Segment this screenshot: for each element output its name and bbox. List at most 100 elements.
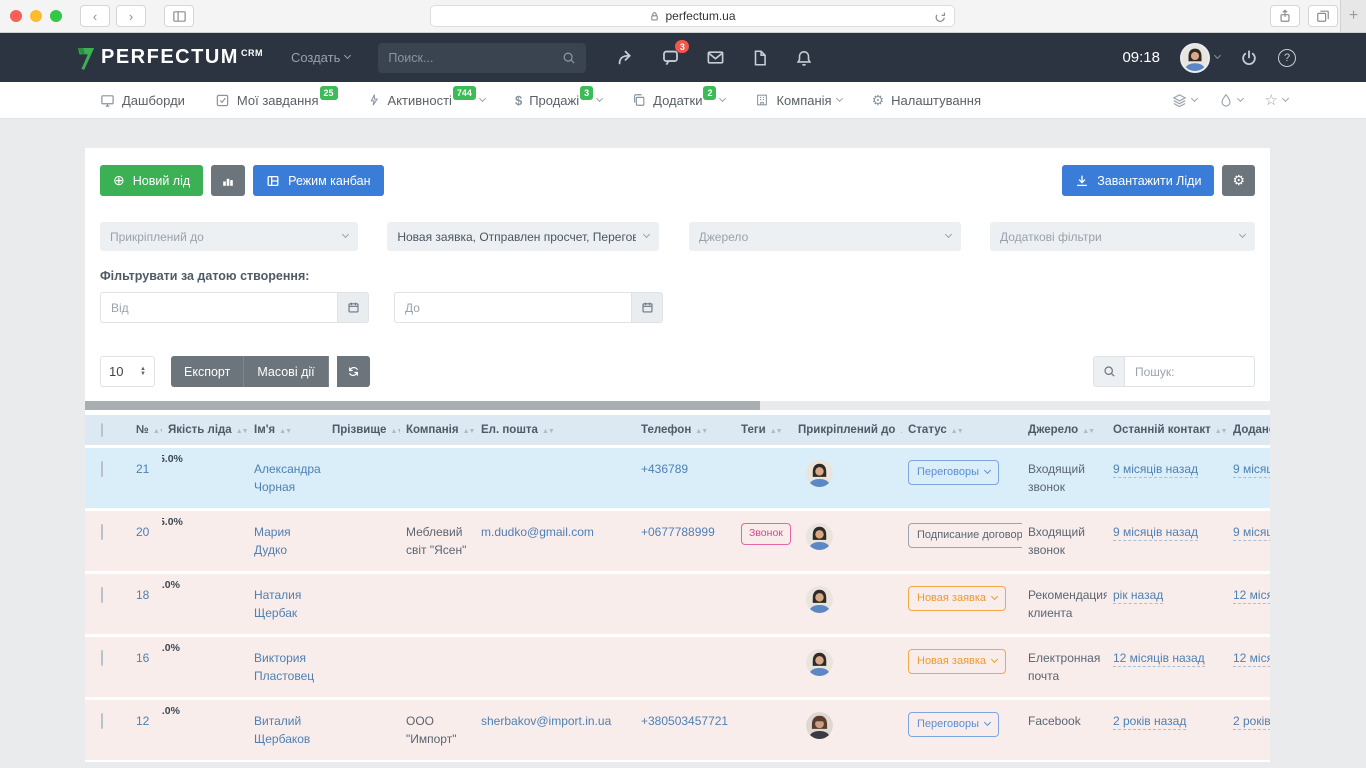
lead-number[interactable]: 18 bbox=[136, 588, 149, 602]
lead-first-name[interactable]: Наталия bbox=[254, 588, 301, 602]
sort-icon[interactable]: ▲▼ bbox=[236, 428, 248, 435]
menu-item-addons[interactable]: Додатки2 bbox=[632, 93, 725, 108]
last-contact[interactable]: рік назад bbox=[1113, 588, 1163, 604]
row-checkbox[interactable] bbox=[101, 650, 103, 666]
sort-icon[interactable]: ▲▼ bbox=[153, 428, 162, 435]
lead-status-select[interactable]: Новая заявка bbox=[908, 586, 1006, 611]
help-button[interactable]: ? bbox=[1278, 49, 1296, 67]
notifications-button[interactable] bbox=[795, 49, 813, 67]
lead-status-select[interactable]: Переговоры bbox=[908, 460, 999, 485]
column-header[interactable]: Джерело▲▼ bbox=[1022, 415, 1107, 447]
sort-icon[interactable]: ▲▼ bbox=[695, 428, 707, 435]
lead-number[interactable]: 21 bbox=[136, 462, 149, 476]
last-contact[interactable]: 9 місяців назад bbox=[1113, 525, 1198, 541]
lead-tag[interactable]: Звонок bbox=[741, 523, 791, 545]
lead-last-name[interactable]: Пластовец bbox=[254, 669, 314, 683]
date-added[interactable]: 12 місяців назад bbox=[1233, 588, 1270, 604]
last-contact[interactable]: 12 місяців назад bbox=[1113, 651, 1205, 667]
documents-button[interactable] bbox=[751, 49, 769, 67]
sort-icon[interactable]: ▲▼ bbox=[390, 428, 400, 435]
column-header[interactable]: Прикріплений до▲▼ bbox=[792, 415, 902, 447]
logout-button[interactable] bbox=[1240, 49, 1258, 67]
lead-last-name[interactable]: Чорная bbox=[254, 480, 295, 494]
page-size-select[interactable]: 10 ▲▼ bbox=[100, 356, 155, 387]
mail-button[interactable] bbox=[706, 48, 725, 67]
date-from-input[interactable] bbox=[100, 292, 337, 323]
chart-view-button[interactable] bbox=[211, 165, 245, 196]
sort-icon[interactable]: ▲▼ bbox=[770, 428, 782, 435]
row-checkbox[interactable] bbox=[101, 713, 103, 729]
sort-icon[interactable]: ▲▼ bbox=[951, 428, 963, 435]
download-leads-button[interactable]: Завантажити Ліди bbox=[1062, 165, 1214, 196]
column-header[interactable]: Прізвище▲▼ bbox=[326, 415, 400, 447]
date-added[interactable]: 2 років назад bbox=[1233, 714, 1270, 730]
select-all-checkbox[interactable] bbox=[101, 423, 103, 437]
table-search-input[interactable] bbox=[1125, 356, 1255, 387]
lead-first-name[interactable]: Виталий bbox=[254, 714, 301, 728]
menu-item-settings[interactable]: ⚙Налаштування bbox=[872, 92, 981, 109]
horizontal-scrollbar[interactable] bbox=[85, 401, 1270, 410]
lead-first-name[interactable]: Александра bbox=[254, 462, 321, 476]
source-filter[interactable]: Джерело bbox=[689, 222, 961, 251]
sort-icon[interactable]: ▲▼ bbox=[1215, 428, 1227, 435]
column-header[interactable]: Ел. пошта▲▼ bbox=[475, 415, 635, 447]
column-header[interactable]: Телефон▲▼ bbox=[635, 415, 735, 447]
column-header[interactable]: Якість ліда▲▼ bbox=[162, 415, 248, 447]
layers-dropdown[interactable] bbox=[1172, 93, 1197, 108]
lead-first-name[interactable]: Мария bbox=[254, 525, 291, 539]
lead-phone[interactable]: +380503457721 bbox=[641, 714, 728, 728]
lead-phone[interactable]: +436789 bbox=[641, 462, 688, 476]
global-search-input[interactable] bbox=[388, 51, 562, 65]
sidebar-toggle-button[interactable] bbox=[164, 5, 194, 27]
column-header[interactable]: Ім'я▲▼ bbox=[248, 415, 326, 447]
forward-action-button[interactable] bbox=[616, 48, 635, 67]
date-to-picker-button[interactable] bbox=[631, 292, 663, 323]
minimize-window-button[interactable] bbox=[30, 10, 42, 22]
status-filter[interactable]: Новая заявка, Отправлен просчет, Перегов… bbox=[387, 222, 659, 251]
lead-status-select[interactable]: Подписание договора bbox=[908, 523, 1022, 548]
lead-last-name[interactable]: Щербаков bbox=[254, 732, 310, 746]
share-button[interactable] bbox=[1270, 5, 1300, 27]
column-header[interactable]: Компанія▲▼ bbox=[400, 415, 475, 447]
date-added[interactable]: 9 місяців назад bbox=[1233, 525, 1270, 541]
date-to-input[interactable] bbox=[394, 292, 631, 323]
attached-user-avatar[interactable] bbox=[806, 649, 833, 676]
date-from-picker-button[interactable] bbox=[337, 292, 369, 323]
lead-email[interactable]: sherbakov@import.in.ua bbox=[481, 714, 611, 728]
row-checkbox[interactable] bbox=[101, 461, 103, 477]
reload-button[interactable] bbox=[934, 10, 947, 23]
date-added[interactable]: 9 місяців назад bbox=[1233, 462, 1270, 478]
sort-icon[interactable]: ▲▼ bbox=[1082, 428, 1094, 435]
menu-item-dashboards[interactable]: Дашборди bbox=[100, 93, 185, 108]
new-lead-button[interactable]: ⊕ Новий лід bbox=[100, 165, 203, 196]
sort-icon[interactable]: ▲▼ bbox=[279, 428, 291, 435]
last-contact[interactable]: 2 років назад bbox=[1113, 714, 1186, 730]
lead-number[interactable]: 12 bbox=[136, 714, 149, 728]
attached-user-avatar[interactable] bbox=[806, 523, 833, 550]
export-button[interactable]: Експорт bbox=[171, 356, 244, 387]
app-logo[interactable]: PERFECTUM CRM bbox=[76, 46, 263, 70]
column-header[interactable]: Додано▲▼ bbox=[1227, 415, 1270, 447]
menu-item-sales[interactable]: $Продажі3 bbox=[515, 93, 602, 108]
menu-item-company[interactable]: Компанія bbox=[755, 93, 841, 108]
lead-last-name[interactable]: Дудко bbox=[254, 543, 287, 557]
favorites-dropdown[interactable]: ☆ bbox=[1265, 91, 1288, 109]
new-tab-button[interactable]: + bbox=[1340, 0, 1366, 32]
lead-email[interactable]: m.dudko@gmail.com bbox=[481, 525, 594, 539]
lead-status-select[interactable]: Переговоры bbox=[908, 712, 999, 737]
table-search-button[interactable] bbox=[1093, 356, 1125, 387]
scrollbar-thumb[interactable] bbox=[85, 401, 760, 410]
date-added[interactable]: 12 місяців назад bbox=[1233, 651, 1270, 667]
lead-number[interactable]: 20 bbox=[136, 525, 149, 539]
user-menu[interactable] bbox=[1180, 43, 1220, 73]
attached-user-avatar[interactable] bbox=[806, 712, 833, 739]
chat-button[interactable]: 3 bbox=[661, 48, 680, 67]
url-bar[interactable]: perfectum.ua bbox=[430, 5, 955, 27]
additional-filters[interactable]: Додаткові фільтри bbox=[990, 222, 1255, 251]
zoom-window-button[interactable] bbox=[50, 10, 62, 22]
lead-phone[interactable]: +0677788999 bbox=[641, 525, 715, 539]
attached-to-filter[interactable]: Прикріплений до bbox=[100, 222, 358, 251]
column-header[interactable]: №▲▼ bbox=[130, 415, 162, 447]
sort-icon[interactable]: ▲▼ bbox=[463, 428, 475, 435]
browser-back-button[interactable]: ‹ bbox=[80, 5, 110, 27]
